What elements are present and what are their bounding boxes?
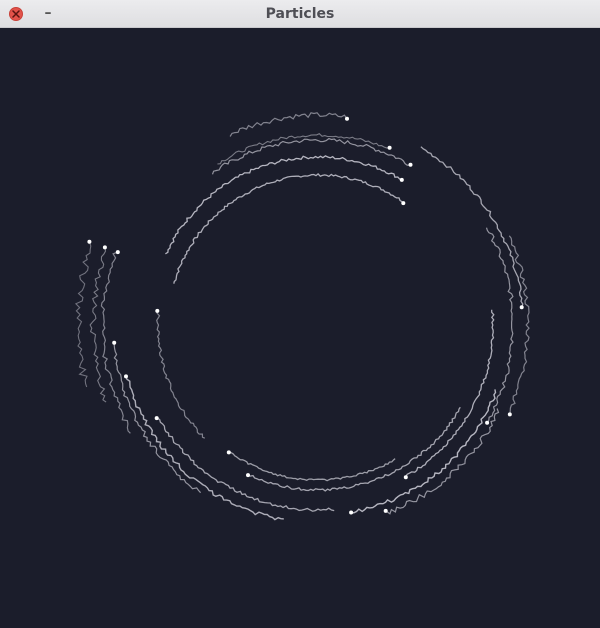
particle-trail [74, 241, 92, 388]
particle-head [403, 475, 408, 480]
particle-trail [156, 417, 335, 512]
particle-head [401, 201, 406, 206]
particle-head [507, 412, 512, 417]
particle-trail [229, 112, 348, 137]
particle-trail [485, 227, 514, 424]
particle-head [112, 340, 117, 345]
particle-trail [165, 155, 403, 255]
particle-trail [405, 309, 495, 478]
particle-trail [508, 235, 530, 415]
particle-head [349, 510, 354, 515]
particle-head [154, 416, 159, 421]
particle-trail [420, 146, 524, 308]
particle-head [485, 420, 490, 425]
particle-head [246, 473, 250, 478]
particle-head [408, 162, 413, 167]
particle-head [87, 239, 92, 244]
particle-head [155, 308, 160, 313]
title-bar[interactable]: – Particles [0, 0, 600, 28]
particle-head [387, 145, 392, 150]
particle-trail [156, 310, 206, 439]
particle-trail [217, 133, 390, 165]
particle-head [102, 245, 107, 250]
particle-canvas[interactable] [0, 28, 600, 628]
window-title: Particles [265, 6, 335, 22]
particle-head [399, 177, 404, 182]
particle-trail [385, 408, 500, 515]
particle-trail [173, 173, 404, 284]
particle-head [383, 508, 388, 513]
particle-field [74, 112, 530, 521]
particle-head [124, 374, 128, 379]
particle-head [519, 305, 524, 310]
particle-head [115, 250, 120, 255]
particle-trail [125, 376, 284, 521]
particle-head [226, 450, 231, 455]
app-window: – Particles [0, 0, 600, 628]
particle-head [345, 116, 349, 121]
